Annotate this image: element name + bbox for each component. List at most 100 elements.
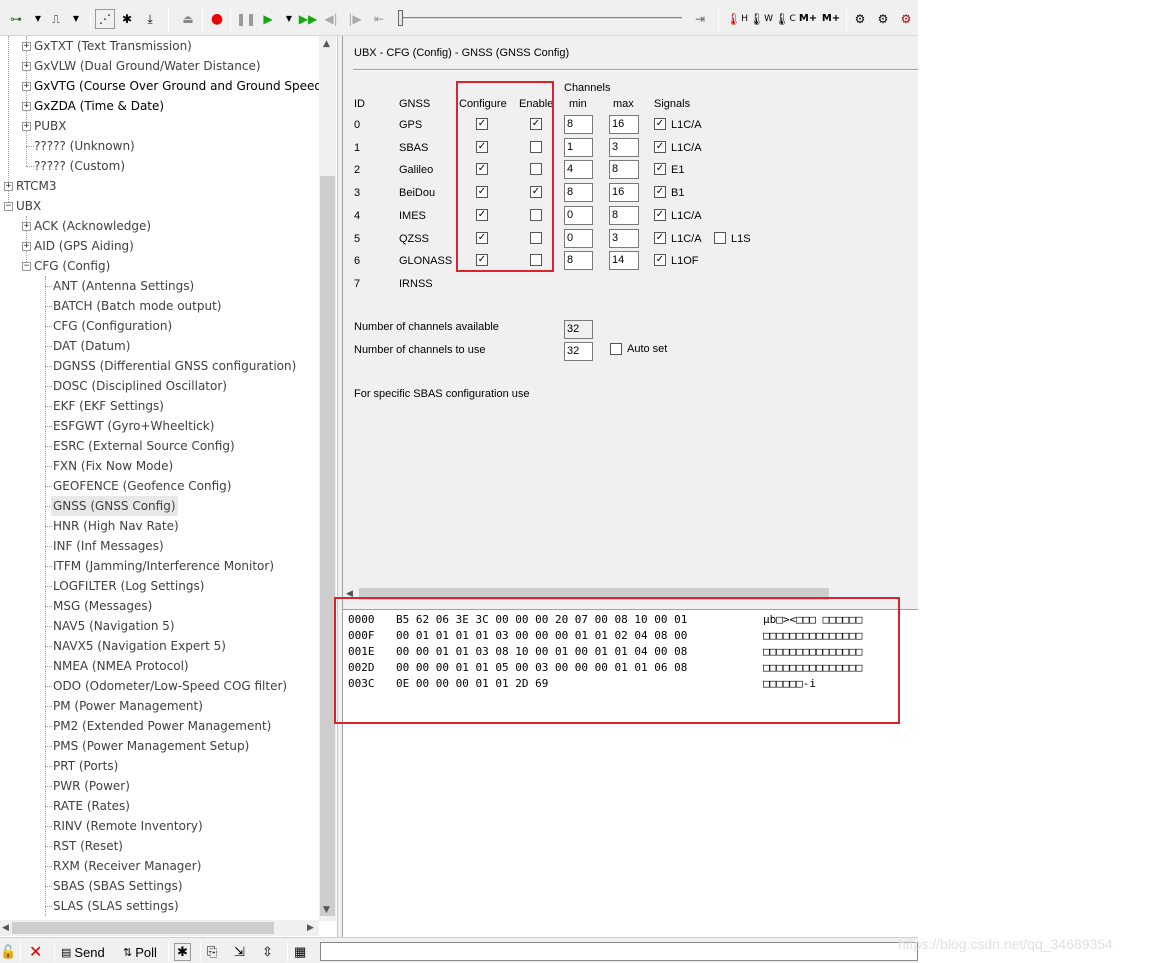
- connect-icon[interactable]: ⊶: [6, 9, 26, 29]
- min-channels-field[interactable]: 1: [564, 138, 593, 157]
- scroll-right-icon[interactable]: ▶: [307, 923, 314, 933]
- msg-add-icon[interactable]: M+: [798, 9, 818, 29]
- tree-item-label: NAV5 (Navigation 5): [53, 619, 175, 633]
- play-dropdown-icon[interactable]: ▼: [279, 9, 299, 29]
- skip-start-icon[interactable]: ⇤: [369, 9, 389, 29]
- skip-end-icon[interactable]: ⇥: [690, 9, 710, 29]
- tree-item-label: DGNSS (Differential GNSS configuration): [53, 359, 297, 373]
- expand-icon[interactable]: +: [22, 62, 31, 71]
- min-header: min: [569, 98, 587, 110]
- playback-slider-track[interactable]: [400, 17, 682, 20]
- max-channels-field[interactable]: 3: [609, 229, 639, 248]
- wizard-icon[interactable]: ⋰: [95, 9, 115, 29]
- tree-item-label: PMS (Power Management Setup): [53, 739, 250, 753]
- load-icon[interactable]: ⇲: [234, 943, 245, 961]
- signal-checkbox[interactable]: ✓: [654, 163, 666, 175]
- signal-checkbox[interactable]: ✓: [654, 209, 666, 221]
- collapse-icon[interactable]: −: [4, 202, 13, 211]
- signal-checkbox[interactable]: ✓: [654, 186, 666, 198]
- connect-dropdown-icon[interactable]: ▼: [28, 9, 48, 29]
- tree-vertical-scrollbar[interactable]: ▲ ▼: [319, 36, 336, 921]
- baud-icon[interactable]: ⎍: [46, 9, 66, 29]
- gnss-name: GLONASS: [399, 255, 453, 267]
- message-tree[interactable]: + GxTXT (Text Transmission) + GxVLW (Dual G…: [0, 36, 337, 937]
- eject-icon[interactable]: ⏏: [178, 9, 198, 29]
- gnss-name: BeiDou: [399, 187, 436, 199]
- lock-icon[interactable]: 🔓: [0, 943, 16, 961]
- settings-3-icon[interactable]: ⚙: [896, 9, 916, 29]
- tree-item-label: LOGFILTER (Log Settings): [53, 579, 205, 593]
- scrollbar-thumb[interactable]: [320, 176, 335, 916]
- wizard-icon[interactable]: ✱: [174, 943, 191, 961]
- collapse-icon[interactable]: −: [22, 262, 31, 271]
- max-channels-field[interactable]: 3: [609, 138, 639, 157]
- debug-icon[interactable]: ✱: [117, 9, 137, 29]
- send-button[interactable]: ▤ Send: [61, 943, 105, 961]
- tree-item-label: RST (Reset): [53, 839, 123, 853]
- auto-set-checkbox[interactable]: [610, 343, 622, 355]
- min-channels-field[interactable]: 8: [564, 115, 593, 134]
- poll-button[interactable]: ⇅ Poll: [123, 943, 157, 961]
- toolbar-separator: [718, 7, 719, 31]
- gnss-id: 7: [354, 278, 361, 290]
- cold-start-icon[interactable]: 🌡 C: [774, 9, 796, 29]
- print-icon[interactable]: ▦: [294, 943, 306, 961]
- scroll-left-icon[interactable]: ◀: [2, 923, 9, 933]
- min-channels-field[interactable]: 8: [564, 183, 593, 202]
- signal-extra-checkbox[interactable]: [714, 232, 726, 244]
- signal-checkbox[interactable]: ✓: [654, 254, 666, 266]
- tree-item-label: SBAS (SBAS Settings): [53, 879, 183, 893]
- tree-item-label: NAVX5 (Navigation Expert 5): [53, 639, 226, 653]
- max-channels-field[interactable]: 8: [609, 206, 639, 225]
- max-channels-field[interactable]: 16: [609, 183, 639, 202]
- save-icon[interactable]: ⇳: [262, 943, 273, 961]
- tree-item-label: MSG (Messages): [53, 599, 153, 613]
- gnss-id: 6: [354, 255, 361, 267]
- expand-icon[interactable]: +: [22, 42, 31, 51]
- expand-icon[interactable]: +: [22, 122, 31, 131]
- channels-use-field[interactable]: 32: [564, 342, 593, 361]
- gnss-id: 2: [354, 164, 361, 176]
- channels-available-label: Number of channels available: [354, 321, 499, 333]
- warm-start-icon[interactable]: 🌡 W: [749, 9, 773, 29]
- playback-slider-thumb[interactable]: [398, 10, 403, 26]
- signal-checkbox[interactable]: ✓: [654, 232, 666, 244]
- tree-horizontal-scrollbar[interactable]: ◀ ▶: [0, 920, 319, 936]
- fast-forward-icon[interactable]: ▶▶: [298, 9, 318, 29]
- pause-icon[interactable]: ❚❚: [236, 9, 256, 29]
- expand-icon[interactable]: +: [22, 102, 31, 111]
- play-icon[interactable]: ▶: [258, 9, 278, 29]
- msg-remove-icon[interactable]: M+: [821, 9, 841, 29]
- scroll-up-icon[interactable]: ▲: [323, 39, 330, 49]
- expand-icon[interactable]: +: [4, 182, 13, 191]
- step-back-icon[interactable]: ◀|: [321, 9, 341, 29]
- gnss-id: 1: [354, 142, 361, 154]
- signal-label: L1C/A: [671, 210, 702, 222]
- settings-icon[interactable]: ⚙: [850, 9, 870, 29]
- step-forward-icon[interactable]: |▶: [345, 9, 365, 29]
- close-icon[interactable]: ✕: [29, 943, 42, 961]
- min-channels-field[interactable]: 0: [564, 206, 593, 225]
- copy-icon[interactable]: ⎘: [207, 943, 217, 961]
- status-field: [320, 942, 918, 961]
- scrollbar-thumb[interactable]: [12, 922, 274, 934]
- signal-checkbox[interactable]: ✓: [654, 141, 666, 153]
- download-icon[interactable]: ⤓: [140, 9, 160, 29]
- min-channels-field[interactable]: 8: [564, 251, 593, 270]
- max-channels-field[interactable]: 16: [609, 115, 639, 134]
- tree-item-label: GxVLW (Dual Ground/Water Distance): [34, 59, 261, 73]
- signal-checkbox[interactable]: ✓: [654, 118, 666, 130]
- max-channels-field[interactable]: 14: [609, 251, 639, 270]
- expand-icon[interactable]: +: [22, 82, 31, 91]
- max-channels-field[interactable]: 8: [609, 160, 639, 179]
- hot-start-icon[interactable]: 🌡 H: [726, 9, 748, 29]
- expand-icon[interactable]: +: [22, 242, 31, 251]
- record-icon[interactable]: ●: [207, 9, 227, 29]
- sbas-note: For specific SBAS configuration use: [354, 388, 530, 400]
- min-channels-field[interactable]: 4: [564, 160, 593, 179]
- min-channels-field[interactable]: 0: [564, 229, 593, 248]
- expand-icon[interactable]: +: [22, 222, 31, 231]
- settings-2-icon[interactable]: ⚙: [873, 9, 893, 29]
- scroll-down-icon[interactable]: ▼: [323, 905, 330, 915]
- baud-dropdown-icon[interactable]: ▼: [66, 9, 86, 29]
